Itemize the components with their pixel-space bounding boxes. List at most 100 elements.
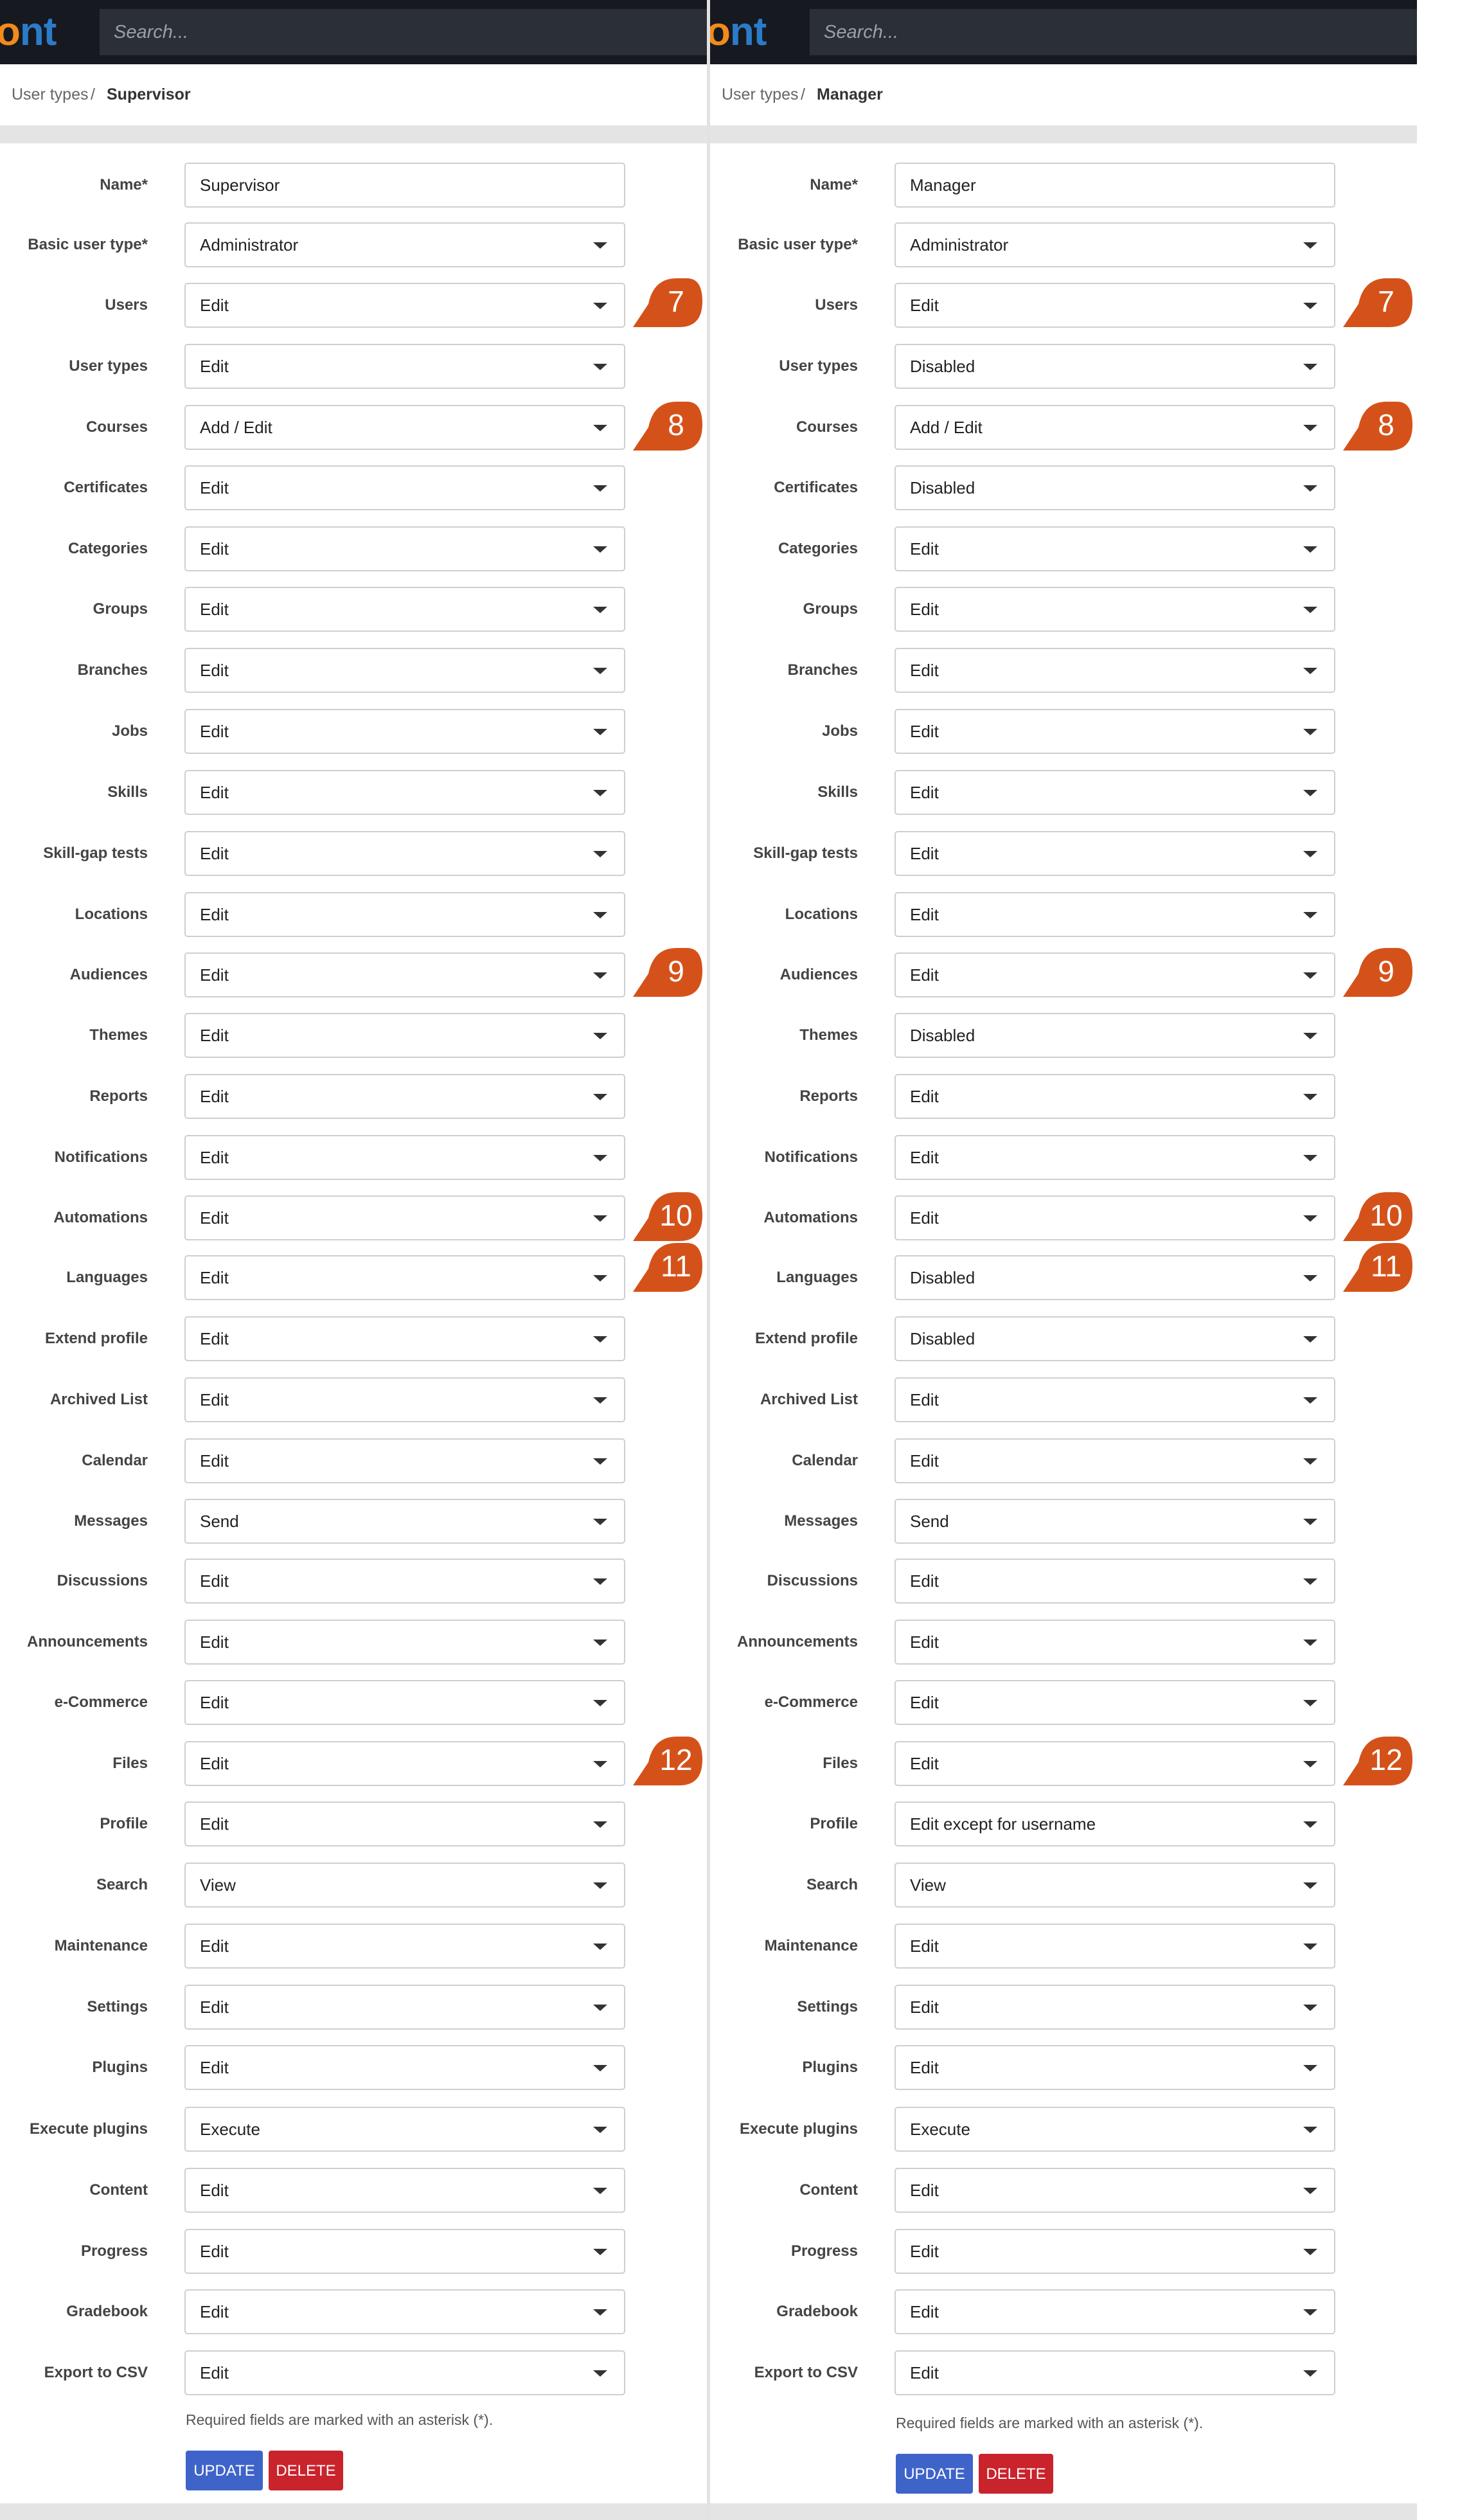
permission-select[interactable]: Edit: [895, 2045, 1335, 2090]
caret-down-icon: [1303, 1761, 1317, 1767]
permission-select[interactable]: Edit: [184, 1195, 625, 1240]
permission-select[interactable]: Edit: [184, 1074, 625, 1119]
field-label: Groups: [803, 600, 858, 618]
permission-select[interactable]: Edit: [184, 2289, 625, 2334]
permission-select[interactable]: Edit: [895, 587, 1335, 632]
permission-select[interactable]: Edit: [184, 587, 625, 632]
permission-select[interactable]: Disabled: [895, 344, 1335, 389]
permission-select[interactable]: Edit: [895, 1377, 1335, 1422]
name-input-field[interactable]: [895, 163, 1335, 208]
name-input[interactable]: [910, 164, 1295, 206]
search-input[interactable]: [100, 9, 707, 55]
permission-select[interactable]: View: [895, 1863, 1335, 1908]
app-logo[interactable]: ont: [710, 6, 767, 58]
permission-select[interactable]: Edit: [895, 1741, 1335, 1786]
permission-select[interactable]: Edit: [895, 1620, 1335, 1665]
permission-select[interactable]: Edit: [895, 1438, 1335, 1483]
permission-select[interactable]: Edit: [895, 1195, 1335, 1240]
permission-select[interactable]: Edit: [184, 526, 625, 571]
permission-select[interactable]: Edit: [184, 1377, 625, 1422]
permission-select[interactable]: Edit: [184, 648, 625, 693]
permission-select[interactable]: Edit except for username: [895, 1801, 1335, 1846]
permission-select[interactable]: Edit: [895, 770, 1335, 815]
permission-select[interactable]: Edit: [184, 344, 625, 389]
permission-select[interactable]: Execute: [895, 2107, 1335, 2152]
permission-select[interactable]: Edit: [184, 1985, 625, 2030]
permission-select[interactable]: Edit: [184, 892, 625, 937]
permission-select[interactable]: Edit: [184, 1801, 625, 1846]
permission-select[interactable]: Edit: [184, 1135, 625, 1180]
permission-select[interactable]: Disabled: [895, 1255, 1335, 1300]
permission-select[interactable]: Edit: [895, 1680, 1335, 1725]
breadcrumb-user-types-link[interactable]: User types: [722, 82, 798, 107]
permission-select[interactable]: Send: [184, 1499, 625, 1544]
permission-select[interactable]: Edit: [184, 831, 625, 876]
permission-select[interactable]: Administrator: [184, 222, 625, 267]
badge-number: 11: [661, 1249, 691, 1283]
permission-select[interactable]: Edit: [895, 2289, 1335, 2334]
permission-select[interactable]: Edit: [184, 1255, 625, 1300]
select-value: Execute: [910, 2120, 970, 2139]
permission-select[interactable]: Add / Edit: [184, 405, 625, 450]
permission-select[interactable]: Edit: [895, 1135, 1335, 1180]
field-label: Plugins: [92, 2059, 148, 2076]
permission-select[interactable]: Edit: [895, 1985, 1335, 2030]
permission-select[interactable]: Disabled: [895, 1316, 1335, 1361]
permission-select[interactable]: Disabled: [895, 1013, 1335, 1058]
breadcrumb-user-types-link[interactable]: User types: [12, 82, 88, 107]
permission-select[interactable]: Edit: [184, 709, 625, 754]
permission-select[interactable]: Edit: [895, 1559, 1335, 1604]
permission-select[interactable]: Edit: [895, 1074, 1335, 1119]
permission-select[interactable]: Edit: [184, 1924, 625, 1969]
badge-number: 10: [659, 1199, 693, 1232]
permission-select[interactable]: Edit: [895, 2168, 1335, 2213]
permission-select[interactable]: Edit: [184, 465, 625, 510]
permission-select[interactable]: Edit: [895, 952, 1335, 997]
permission-select[interactable]: Edit: [895, 2350, 1335, 2395]
permission-select[interactable]: Administrator: [895, 222, 1335, 267]
permission-select[interactable]: Edit: [895, 709, 1335, 754]
permission-select[interactable]: Edit: [184, 1438, 625, 1483]
permission-select[interactable]: Edit: [895, 648, 1335, 693]
permission-select[interactable]: Add / Edit: [895, 405, 1335, 450]
select-value: Edit: [910, 296, 939, 315]
form-row: Messages Send: [0, 1499, 707, 1544]
search-input[interactable]: [810, 9, 1417, 55]
permission-select[interactable]: Edit: [895, 1924, 1335, 1969]
permission-select[interactable]: Edit: [184, 2045, 625, 2090]
form-row: Calendar Edit: [0, 1438, 707, 1483]
permission-select[interactable]: Edit: [184, 1559, 625, 1604]
permission-select[interactable]: Edit: [895, 831, 1335, 876]
permission-select[interactable]: Edit: [184, 283, 625, 328]
delete-button[interactable]: DELETE: [979, 2454, 1053, 2494]
name-input-field[interactable]: [184, 163, 625, 208]
field-label: Locations: [785, 906, 858, 923]
permission-select[interactable]: Edit: [895, 526, 1335, 571]
name-input[interactable]: [200, 164, 585, 206]
permission-select[interactable]: Execute: [184, 2107, 625, 2152]
permission-select[interactable]: Edit: [184, 952, 625, 997]
permission-select[interactable]: Edit: [895, 892, 1335, 937]
permission-select[interactable]: View: [184, 1863, 625, 1908]
permission-select[interactable]: Edit: [895, 2229, 1335, 2274]
select-value: Edit: [910, 905, 939, 924]
permission-select[interactable]: Edit: [184, 1013, 625, 1058]
caret-down-icon: [593, 2188, 607, 2194]
delete-button[interactable]: DELETE: [269, 2451, 343, 2490]
permission-select[interactable]: Send: [895, 1499, 1335, 1544]
permission-select[interactable]: Edit: [184, 1680, 625, 1725]
permission-select[interactable]: Edit: [184, 1620, 625, 1665]
update-button[interactable]: UPDATE: [896, 2454, 973, 2494]
permission-select[interactable]: Edit: [895, 283, 1335, 328]
app-logo[interactable]: ont: [0, 6, 57, 58]
update-button[interactable]: UPDATE: [186, 2451, 263, 2490]
permission-select[interactable]: Edit: [184, 2229, 625, 2274]
permission-select[interactable]: Edit: [184, 2350, 625, 2395]
permission-select[interactable]: Edit: [184, 770, 625, 815]
badge-number: 8: [668, 408, 684, 442]
permission-select[interactable]: Edit: [184, 2168, 625, 2213]
field-label: Progress: [80, 2242, 148, 2260]
permission-select[interactable]: Disabled: [895, 465, 1335, 510]
permission-select[interactable]: Edit: [184, 1741, 625, 1786]
permission-select[interactable]: Edit: [184, 1316, 625, 1361]
